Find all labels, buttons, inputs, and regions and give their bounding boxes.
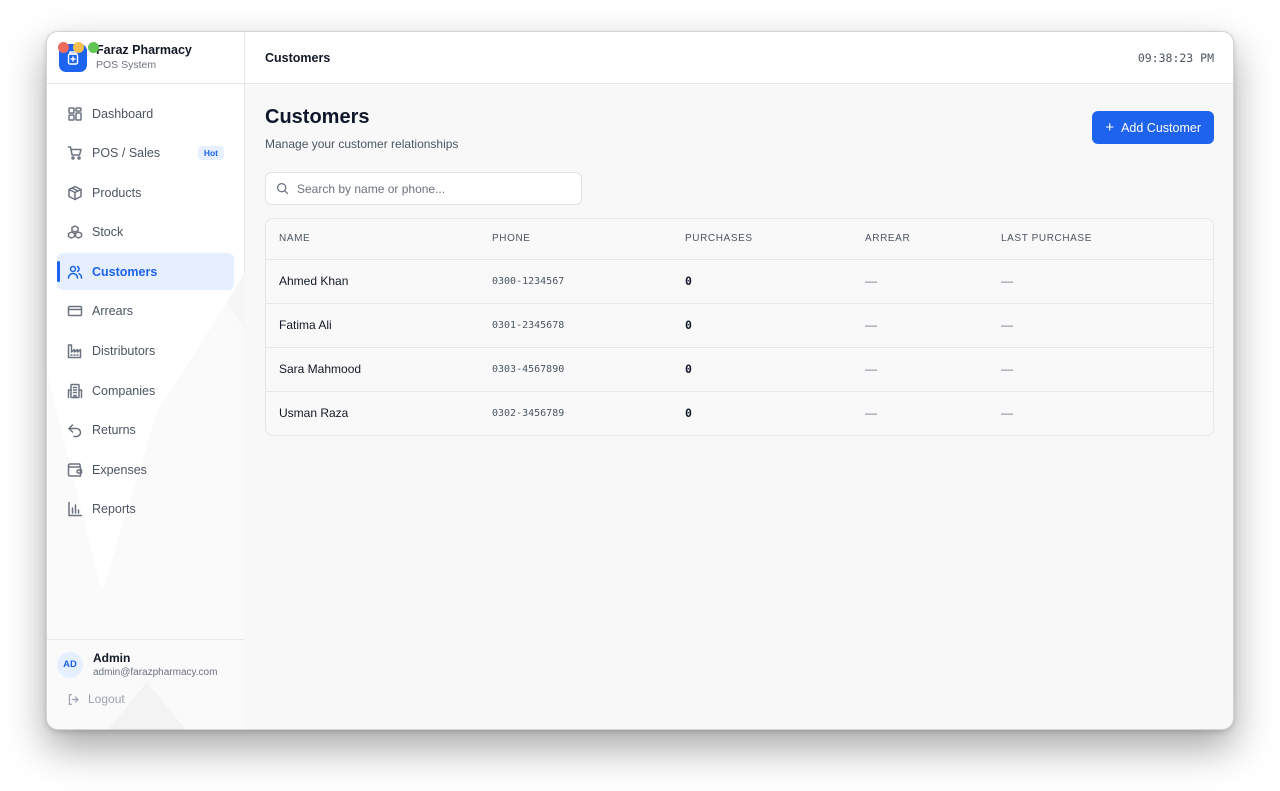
brand-name: Faraz Pharmacy [96, 43, 192, 58]
customer-last-purchase: — [988, 303, 1213, 348]
users-icon [67, 265, 83, 279]
customer-arrear: — [852, 347, 988, 392]
customer-purchases: 0 [672, 347, 852, 392]
sidebar-item-label: Expenses [92, 462, 147, 477]
minimize-window-button[interactable] [73, 42, 84, 53]
content: Customers Manage your customer relations… [245, 84, 1233, 436]
customer-last-purchase: — [1001, 406, 1013, 421]
sidebar-item-label: Customers [92, 264, 158, 279]
close-window-button[interactable] [58, 42, 69, 53]
topbar: Customers 09:38:23 PM [245, 32, 1233, 84]
search-box[interactable] [265, 172, 582, 205]
brand[interactable]: Faraz Pharmacy POS System [47, 32, 244, 84]
logout-icon [68, 693, 79, 705]
customers-table: NAME PHONE PURCHASES ARREAR LAST PURCHAS… [265, 218, 1214, 436]
factory-icon [67, 344, 82, 359]
customer-phone: 0300-1234567 [479, 259, 672, 304]
sidebar-item-expenses[interactable]: Expenses [57, 451, 234, 488]
user-panel: AD Admin admin@farazpharmacy.com Logout [47, 639, 244, 729]
user-name: Admin [93, 651, 131, 665]
sidebar-item-label: Returns [92, 423, 136, 438]
customer-last-purchase: — [988, 259, 1213, 304]
undo-icon [68, 424, 82, 438]
sidebar-item-stock[interactable]: Stock [57, 214, 234, 251]
box-icon [68, 185, 82, 200]
add-customer-button[interactable]: + Add Customer [1092, 111, 1214, 144]
sidebar-item-label: Companies [92, 383, 156, 398]
sidebar-item-products[interactable]: Products [57, 174, 234, 211]
page-subtitle: Manage your customer relationships [265, 137, 459, 151]
customer-phone: 0302-3456789 [492, 407, 565, 419]
customer-purchases: 0 [672, 259, 852, 304]
wallet-icon [67, 463, 83, 477]
logout-label: Logout [88, 692, 125, 706]
clock: 09:38:23 PM [1137, 50, 1214, 65]
table-header-row: NAME PHONE PURCHASES ARREAR LAST PURCHAS… [266, 219, 1213, 260]
stock-icon [67, 225, 83, 240]
sidebar-item-label: POS / Sales [92, 146, 161, 161]
brand-subtitle: POS System [96, 59, 157, 72]
customer-arrear: — [852, 303, 988, 348]
search-input[interactable] [297, 181, 557, 196]
card-icon [67, 306, 83, 317]
customer-phone: 0303-4567890 [479, 347, 672, 392]
column-header-last-purchase[interactable]: LAST PURCHASE [988, 219, 1213, 260]
logout-button[interactable]: Logout [57, 692, 234, 706]
customer-arrear: — [865, 406, 877, 421]
sidebar-item-returns[interactable]: Returns [57, 412, 234, 449]
plus-icon: + [1105, 119, 1115, 136]
user-profile[interactable]: AD Admin admin@farazpharmacy.com [57, 651, 234, 678]
topbar-title: Customers [265, 50, 331, 65]
sidebar-item-label: Arrears [92, 304, 133, 319]
dashboard-icon [68, 106, 82, 121]
main-area: Customers 09:38:23 PM Customers Manage y… [245, 32, 1233, 729]
sidebar-item-label: Reports [92, 502, 136, 517]
sidebar-item-reports[interactable]: Reports [57, 491, 234, 528]
sidebar-item-dashboard[interactable]: Dashboard [57, 95, 234, 132]
maximize-window-button[interactable] [88, 42, 99, 53]
customer-name: Usman Raza [279, 406, 349, 421]
page-header: Customers Manage your customer relations… [265, 106, 1214, 151]
cart-icon [67, 146, 82, 160]
sidebar-item-distributors[interactable]: Distributors [57, 333, 234, 370]
sidebar-nav: Dashboard POS / Sales Hot Products Stock… [47, 84, 244, 639]
customer-name: Ahmed Khan [266, 259, 479, 304]
app-window: Faraz Pharmacy POS System Dashboard POS … [46, 31, 1234, 730]
sidebar-item-label: Dashboard [92, 106, 154, 121]
sidebar: Faraz Pharmacy POS System Dashboard POS … [47, 32, 245, 729]
customer-name: Fatima Ali [266, 303, 479, 348]
customer-purchases: 0 [685, 406, 692, 421]
customer-arrear: — [852, 259, 988, 304]
user-email: admin@farazpharmacy.com [93, 667, 218, 678]
sidebar-item-label: Products [92, 185, 142, 200]
column-header-arrear[interactable]: ARREAR [852, 219, 988, 260]
sidebar-item-label: Stock [92, 225, 124, 240]
avatar: AD [57, 651, 83, 678]
sidebar-item-arrears[interactable]: Arrears [57, 293, 234, 330]
window-controls [58, 42, 99, 53]
hot-badge: Hot [197, 146, 224, 161]
table-row[interactable]: Ahmed Khan 0300-1234567 0 — — [266, 259, 1213, 304]
customer-purchases: 0 [672, 303, 852, 348]
customer-last-purchase: — [988, 347, 1213, 392]
column-header-purchases[interactable]: PURCHASES [672, 219, 852, 260]
table-row[interactable]: Fatima Ali 0301-2345678 0 — — [266, 303, 1213, 348]
table-row[interactable]: Usman Raza 0302-3456789 0 — — [266, 391, 1213, 435]
building-icon [67, 383, 83, 398]
page-title: Customers [265, 106, 370, 128]
column-header-phone[interactable]: PHONE [479, 219, 672, 260]
bar-chart-icon [68, 502, 83, 517]
sidebar-item-companies[interactable]: Companies [57, 372, 234, 409]
column-header-name[interactable]: NAME [266, 219, 479, 260]
search-icon [276, 182, 289, 195]
sidebar-item-customers[interactable]: Customers [57, 253, 234, 291]
customer-name: Sara Mahmood [266, 347, 479, 392]
sidebar-item-label: Distributors [92, 344, 156, 359]
add-customer-label: Add Customer [1121, 120, 1201, 135]
sidebar-item-pos-sales[interactable]: POS / Sales Hot [57, 135, 234, 172]
table-row[interactable]: Sara Mahmood 0303-4567890 0 — — [266, 347, 1213, 392]
customer-phone: 0301-2345678 [479, 303, 672, 348]
